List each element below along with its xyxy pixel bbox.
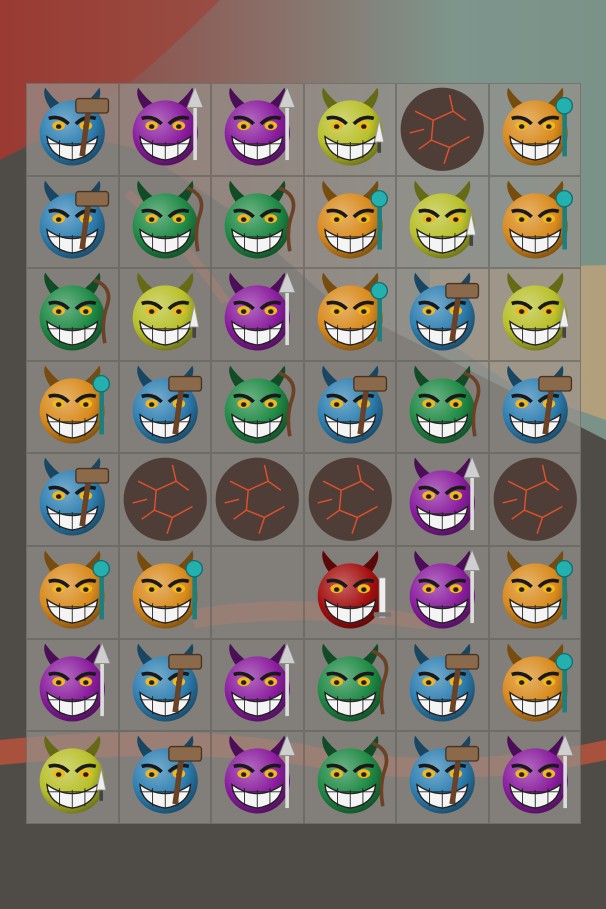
devil-face-icon (132, 87, 198, 166)
devil-tile-yellow[interactable] (488, 268, 581, 361)
devil-face-icon (317, 643, 383, 722)
devil-face-icon (132, 180, 198, 259)
devil-tile-orange[interactable] (488, 638, 581, 732)
devil-face-icon (39, 735, 105, 814)
devil-face-icon (502, 735, 568, 814)
devil-tile-blue[interactable] (26, 453, 119, 546)
devil-face-icon (39, 272, 105, 351)
devil-tile-green[interactable] (303, 731, 396, 824)
devil-tile-purple[interactable] (118, 83, 211, 176)
devil-face-icon (224, 87, 290, 166)
devil-tile-orange[interactable] (488, 545, 581, 639)
cracked-rock-icon (308, 458, 392, 542)
devil-tile-purple[interactable] (211, 83, 304, 176)
devil-face-icon (502, 550, 568, 629)
devil-face-icon (224, 180, 290, 259)
devil-face-icon (317, 735, 383, 814)
devil-tile-orange[interactable] (488, 175, 581, 269)
empty-tile (211, 545, 304, 639)
game-board (26, 83, 581, 824)
devil-face-icon (317, 272, 383, 351)
devil-tile-orange[interactable] (488, 83, 581, 176)
devil-tile-purple[interactable] (396, 453, 489, 546)
devil-face-icon (39, 365, 105, 444)
devil-face-icon (409, 550, 475, 629)
devil-tile-blue[interactable] (396, 268, 489, 361)
devil-tile-yellow[interactable] (26, 731, 119, 824)
devil-face-icon (39, 550, 105, 629)
devil-face-icon (502, 180, 568, 259)
devil-tile-green[interactable] (396, 360, 489, 454)
rock-tile[interactable] (211, 453, 304, 546)
cracked-rock-icon (400, 87, 484, 171)
devil-tile-purple[interactable] (211, 268, 304, 361)
devil-tile-purple[interactable] (26, 638, 119, 732)
devil-tile-blue[interactable] (26, 83, 119, 176)
devil-face-icon (224, 643, 290, 722)
devil-tile-purple[interactable] (211, 731, 304, 824)
devil-tile-purple[interactable] (488, 731, 581, 824)
devil-face-icon (132, 550, 198, 629)
rock-tile[interactable] (488, 453, 581, 546)
devil-tile-blue[interactable] (396, 638, 489, 732)
devil-tile-orange[interactable] (303, 175, 396, 269)
devil-tile-purple[interactable] (396, 545, 489, 639)
devil-face-icon (317, 87, 383, 166)
devil-tile-blue[interactable] (118, 360, 211, 454)
devil-tile-red[interactable] (303, 545, 396, 639)
devil-tile-purple[interactable] (211, 638, 304, 732)
devil-tile-orange[interactable] (303, 268, 396, 361)
cracked-rock-icon (493, 458, 577, 542)
cracked-rock-icon (123, 458, 207, 542)
devil-face-icon (409, 458, 475, 536)
devil-tile-orange[interactable] (118, 545, 211, 639)
devil-face-icon (502, 643, 568, 722)
devil-face-icon (39, 643, 105, 722)
devil-tile-blue[interactable] (488, 360, 581, 454)
devil-tile-green[interactable] (118, 175, 211, 269)
devil-face-icon (502, 87, 568, 166)
devil-tile-yellow[interactable] (118, 268, 211, 361)
devil-tile-orange[interactable] (26, 360, 119, 454)
rock-tile[interactable] (396, 83, 489, 176)
devil-tile-orange[interactable] (26, 545, 119, 639)
devil-face-icon (224, 735, 290, 814)
devil-face-icon (317, 550, 383, 629)
devil-tile-blue[interactable] (303, 360, 396, 454)
devil-tile-yellow[interactable] (303, 83, 396, 176)
devil-face-icon (317, 180, 383, 259)
devil-tile-green[interactable] (303, 638, 396, 732)
cracked-rock-icon (215, 458, 299, 542)
devil-face-icon (409, 180, 475, 259)
devil-face-icon (132, 272, 198, 351)
devil-face-icon (224, 272, 290, 351)
rock-tile[interactable] (118, 453, 211, 546)
devil-tile-green[interactable] (26, 268, 119, 361)
devil-tile-green[interactable] (211, 175, 304, 269)
devil-tile-blue[interactable] (396, 731, 489, 824)
devil-tile-blue[interactable] (118, 731, 211, 824)
devil-tile-blue[interactable] (118, 638, 211, 732)
devil-tile-blue[interactable] (26, 175, 119, 269)
devil-tile-yellow[interactable] (396, 175, 489, 269)
rock-tile[interactable] (303, 453, 396, 546)
devil-face-icon (409, 365, 475, 444)
devil-face-icon (502, 272, 568, 351)
devil-tile-green[interactable] (211, 360, 304, 454)
devil-face-icon (224, 365, 290, 444)
